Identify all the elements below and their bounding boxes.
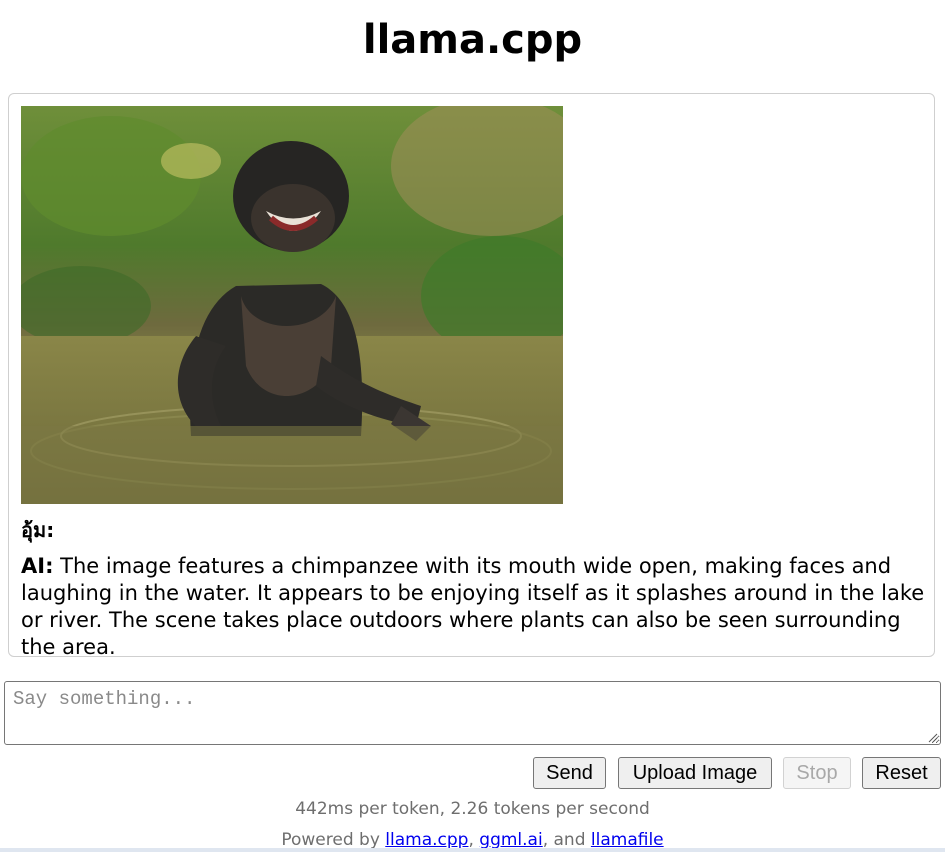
- stop-button[interactable]: Stop: [783, 757, 851, 789]
- llamafile-link[interactable]: llamafile: [591, 830, 664, 850]
- reset-button[interactable]: Reset: [862, 757, 941, 789]
- upload-image-button[interactable]: Upload Image: [618, 757, 772, 789]
- footer-sep-2: , and: [542, 830, 591, 850]
- footer-prefix: Powered by: [281, 830, 386, 850]
- token-stats: 442ms per token, 2.26 tokens per second: [295, 799, 650, 819]
- send-button[interactable]: Send: [533, 757, 606, 789]
- chimpanzee-photo: [21, 106, 563, 504]
- ggml-ai-link[interactable]: ggml.ai: [479, 830, 542, 850]
- llama-cpp-link[interactable]: llama.cpp: [385, 830, 468, 850]
- chat-log: อุ้ม: AI: The image features a chimpanze…: [8, 93, 935, 659]
- bottom-edge: [0, 848, 945, 852]
- footer-sep-1: ,: [468, 830, 480, 850]
- app-title: llama.cpp: [362, 17, 583, 63]
- ai-label: AI:: [21, 554, 54, 578]
- ai-message: AI: The image features a chimpanzee with…: [21, 553, 926, 661]
- user-message-label: อุ้ม:: [21, 518, 55, 542]
- ai-message-text: The image features a chimpanzee with its…: [21, 554, 925, 659]
- message-input[interactable]: [4, 681, 941, 745]
